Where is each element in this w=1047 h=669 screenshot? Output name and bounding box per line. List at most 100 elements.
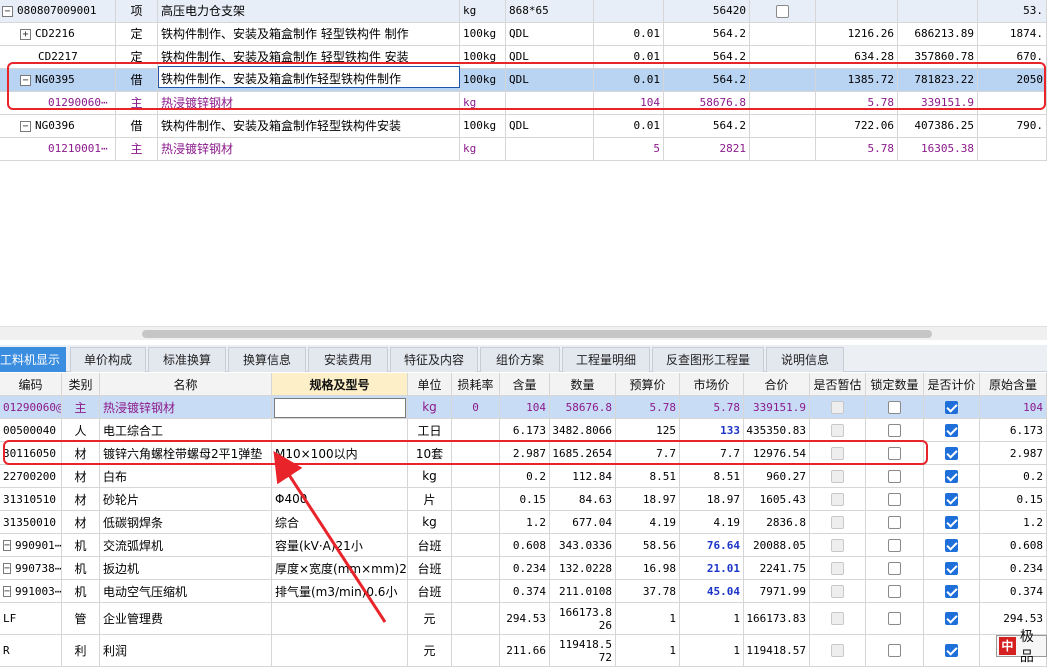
priced-checkbox[interactable] xyxy=(945,612,958,625)
column-header[interactable]: 预算价 xyxy=(616,373,680,395)
material-row[interactable]: −990901⋯ 机 交流弧焊机 容量(kV·A)21小 台班 0.608 343.0336… xyxy=(0,534,1047,557)
collapse-icon[interactable]: − xyxy=(20,74,31,86)
cell-qty: QDL xyxy=(506,46,594,68)
cell-c7: 564.2 xyxy=(664,23,750,45)
column-header[interactable]: 合价 xyxy=(744,373,810,395)
column-header[interactable]: 数量 xyxy=(550,373,616,395)
tab-6[interactable]: 特征及内容 xyxy=(390,347,478,372)
material-row[interactable]: 22700200 材 白布 kg 0.2 112.84 8.51 8.51 960.27 0.2 xyxy=(0,465,1047,488)
item-row[interactable]: 01210001⋯ 主 热浸镀锌钢材 kg 5 2821 5.78 16305.38 xyxy=(0,138,1047,161)
cell-est xyxy=(810,396,866,418)
priced-checkbox[interactable] xyxy=(945,538,958,552)
cell-loss: 0 xyxy=(452,396,500,418)
cell-code: 00500040 xyxy=(0,419,62,441)
collapse-icon[interactable]: − xyxy=(3,585,12,597)
lock-qty-checkbox[interactable] xyxy=(888,400,901,414)
tab-4[interactable]: 换算信息 xyxy=(228,347,306,372)
lock-qty-checkbox[interactable] xyxy=(888,561,901,575)
priced-checkbox[interactable] xyxy=(945,492,958,506)
priced-checkbox[interactable] xyxy=(945,644,958,657)
item-row[interactable]: 01290060⋯ 主 热浸镀锌钢材 kg 104 58676.8 5.78 339151.9 xyxy=(0,92,1047,115)
collapse-icon[interactable]: − xyxy=(3,539,12,551)
cell-c7: 56420 xyxy=(664,0,750,22)
lock-qty-checkbox[interactable] xyxy=(888,469,901,483)
lock-qty-checkbox[interactable] xyxy=(888,612,901,625)
priced-checkbox[interactable] xyxy=(945,561,958,575)
value: QDL xyxy=(509,119,529,132)
scrollbar-thumb[interactable] xyxy=(142,330,932,338)
priced-checkbox[interactable] xyxy=(945,400,958,414)
cell-unit: kg xyxy=(408,511,452,533)
tab-7[interactable]: 组价方案 xyxy=(480,347,560,372)
cell-qty xyxy=(506,92,594,114)
tab-3[interactable]: 标准换算 xyxy=(148,347,226,372)
lock-qty-checkbox[interactable] xyxy=(888,446,901,460)
value-cat: 材 xyxy=(74,446,87,461)
lock-qty-checkbox[interactable] xyxy=(888,492,901,506)
cell-price xyxy=(924,534,980,556)
material-row[interactable]: −990738⋯ 机 扳边机 厚度×宽度(mm×mm)2⋯ 台班 0.234 132.022… xyxy=(0,557,1047,580)
column-header[interactable]: 名称 xyxy=(100,373,272,395)
material-row[interactable]: 31310510 材 砂轮片 Φ400 片 0.15 84.63 18.97 18.97 1605… xyxy=(0,488,1047,511)
column-header[interactable]: 是否计价 xyxy=(924,373,980,395)
priced-checkbox[interactable] xyxy=(945,469,958,483)
material-row[interactable]: 30116050 材 镀锌六角螺栓带螺母2平1弹垫 M10×100以内 10套 2.987… xyxy=(0,442,1047,465)
column-header[interactable]: 市场价 xyxy=(680,373,744,395)
column-header[interactable]: 原始含量 xyxy=(980,373,1047,395)
lock-qty-checkbox[interactable] xyxy=(888,584,901,598)
column-header[interactable]: 含量 xyxy=(500,373,550,395)
material-row[interactable]: LF 管 企业管理费 元 294.53 166173.826 1 1 166173.83 294.… xyxy=(0,603,1047,635)
material-row[interactable]: 00500040 人 电工综合工 工日 6.173 3482.8066 125 133 4353… xyxy=(0,419,1047,442)
spec-edit-box[interactable] xyxy=(274,398,406,418)
lock-qty-checkbox[interactable] xyxy=(888,644,901,657)
material-row[interactable]: R 利 利润 元 211.66 119418.572 1 1 119418.57 xyxy=(0,635,1047,667)
value-unit: kg xyxy=(422,515,437,529)
row-checkbox[interactable] xyxy=(776,5,789,18)
lock-qty-checkbox[interactable] xyxy=(888,515,901,529)
tab-1[interactable]: 工料机显示 xyxy=(0,347,66,372)
name-edit-box[interactable]: 铁构件制作、安装及箱盒制作轻型铁构件制作 xyxy=(158,66,460,88)
column-header[interactable]: 锁定数量 xyxy=(866,373,924,395)
collapse-icon[interactable]: − xyxy=(2,5,13,17)
cell-orig: 104 xyxy=(980,396,1047,418)
tab-8[interactable]: 工程量明细 xyxy=(562,347,650,372)
material-row[interactable]: 31350010 材 低碳钢焊条 综合 kg 1.2 677.04 4.19 4.19 2836.… xyxy=(0,511,1047,534)
priced-checkbox[interactable] xyxy=(945,446,958,460)
lock-qty-checkbox[interactable] xyxy=(888,423,901,437)
column-header[interactable]: 单位 xyxy=(408,373,452,395)
item-row[interactable]: −080807009001 项 高压电力仓支架 kg 868*65 56420 53. xyxy=(0,0,1047,23)
value: 主 xyxy=(130,96,143,110)
item-row[interactable]: + CD2216 定 铁构件制作、安装及箱盒制作 轻型铁构件 制作 100kg QDL 0.… xyxy=(0,23,1047,46)
item-row[interactable]: − NG0396 借 铁构件制作、安装及箱盒制作轻型铁构件安装 100kg QDL 0.01… xyxy=(0,115,1047,138)
cell-lock xyxy=(866,635,924,666)
collapse-icon[interactable]: − xyxy=(20,120,31,132)
cell-kind: 主 xyxy=(116,138,158,160)
column-header[interactable]: 损耗率 xyxy=(452,373,500,395)
cell-budget: 37.78 xyxy=(616,580,680,602)
column-header[interactable]: 是否暂估 xyxy=(810,373,866,395)
column-header[interactable]: 编码 xyxy=(0,373,62,395)
cell-qty: 119418.572 xyxy=(550,635,616,666)
value-market: 76.64 xyxy=(706,538,740,552)
cell-name: 铁构件制作、安装及箱盒制作 轻型铁构件 制作 xyxy=(158,23,460,45)
tab-9[interactable]: 反查图形工程量 xyxy=(652,347,764,372)
cell-qty: QDL xyxy=(506,69,594,91)
horizontal-scrollbar[interactable] xyxy=(0,326,1047,340)
priced-checkbox[interactable] xyxy=(945,584,958,598)
expand-icon[interactable]: + xyxy=(20,28,31,40)
tab-10[interactable]: 说明信息 xyxy=(766,347,844,372)
value-content: 294.53 xyxy=(506,612,546,625)
cell-loss xyxy=(452,488,500,510)
tab-5[interactable]: 安装费用 xyxy=(308,347,388,372)
priced-checkbox[interactable] xyxy=(945,515,958,529)
column-header[interactable]: 规格及型号 xyxy=(272,373,408,395)
tab-2[interactable]: 单价构成 xyxy=(70,347,146,372)
column-header[interactable]: 类别 xyxy=(62,373,100,395)
collapse-icon[interactable]: − xyxy=(3,562,12,574)
material-row[interactable]: 01290060@1 主 热浸镀锌钢材 kg 0 104 58676.8 5.78 5.78 33… xyxy=(0,396,1047,419)
value: 100kg xyxy=(463,50,497,63)
ime-indicator[interactable]: 中 极品 xyxy=(996,629,1047,665)
material-row[interactable]: −991003⋯ 机 电动空气压缩机 排气量(m3/min)0.6小 台班 0.374 21… xyxy=(0,580,1047,603)
lock-qty-checkbox[interactable] xyxy=(888,538,901,552)
priced-checkbox[interactable] xyxy=(945,423,958,437)
